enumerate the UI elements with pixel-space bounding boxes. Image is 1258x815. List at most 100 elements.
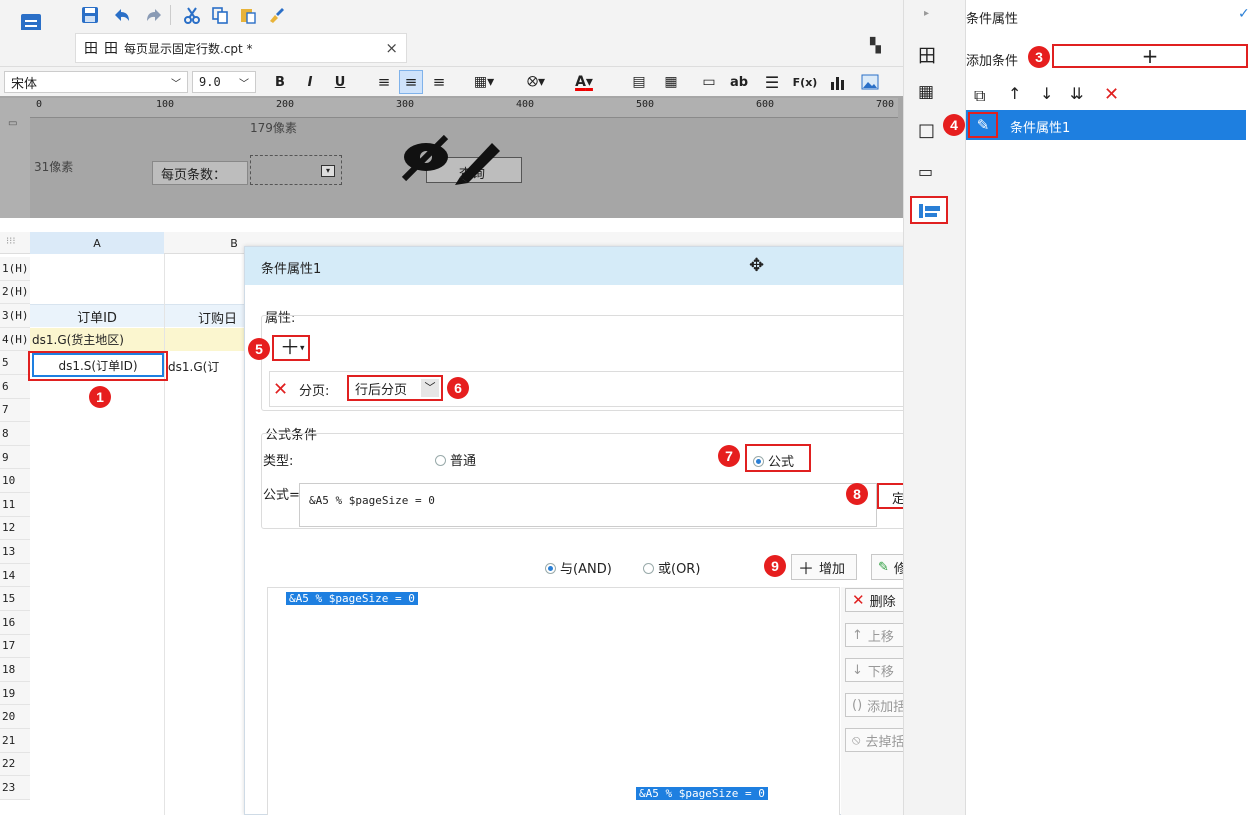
condition-list-item[interactable]: &A5 % $pageSize = 0 [286, 592, 418, 605]
dialog-titlebar[interactable]: 条件属性1 ✥ [245, 247, 954, 285]
move-icon[interactable]: ✥ [749, 255, 764, 276]
add-condition-button[interactable]: + [1052, 44, 1248, 68]
font-size-select[interactable]: 9.0 ﹀ [192, 71, 256, 93]
widget-icon[interactable]: □ [918, 120, 935, 141]
row-header[interactable]: 1(H) [0, 257, 30, 281]
font-family-select[interactable]: 宋体 ﹀ [4, 71, 188, 93]
cell-b5[interactable]: ds1.G(订 [168, 355, 244, 377]
format-brush-icon[interactable] [264, 0, 288, 30]
ruler-tick: 100 [156, 99, 175, 110]
tab-close-icon[interactable]: × [385, 39, 398, 57]
dropdown-icon[interactable]: ▾ [321, 165, 335, 177]
radio-and[interactable]: 与(AND) [545, 558, 612, 577]
row-header[interactable]: 19 [0, 681, 30, 706]
condition-item-1[interactable]: ✎ 条件属性1 [966, 110, 1246, 140]
panel-edit-icon[interactable]: ✓ [1238, 6, 1250, 22]
list-icon[interactable]: ☰ [760, 67, 784, 97]
redo-icon[interactable] [142, 0, 166, 30]
fill-color-icon[interactable]: ⭙▾ [518, 67, 554, 97]
border-icon[interactable]: ▦▾ [468, 67, 500, 97]
undo-icon[interactable] [110, 0, 134, 30]
row-header[interactable]: 12 [0, 516, 30, 541]
row-header[interactable]: 3(H) [0, 304, 30, 328]
font-color-button[interactable]: A ▾ [566, 67, 602, 97]
column-header-a[interactable]: A [30, 232, 164, 254]
row-header[interactable]: 21 [0, 729, 30, 753]
add-button[interactable]: ＋增加 [791, 554, 857, 580]
grid-icon[interactable]: 田 [104, 38, 118, 58]
radio-or[interactable]: 或(OR) [643, 558, 700, 577]
italic-button[interactable]: I [300, 67, 320, 97]
per-page-combobox[interactable]: ▾ [250, 155, 342, 185]
delete-property-icon[interactable]: ✕ [273, 379, 288, 400]
row-header[interactable]: 8 [0, 422, 30, 446]
row-header[interactable]: 22 [0, 752, 30, 777]
row-header[interactable]: 20 [0, 705, 30, 729]
edit-icon[interactable]: ✎ [968, 112, 998, 138]
page-select[interactable]: 行后分页 ﹀ [347, 375, 443, 401]
image-icon[interactable] [858, 67, 882, 97]
paste-icon[interactable] [236, 0, 260, 30]
chevron-down-icon[interactable]: ﹀ [239, 75, 249, 90]
sort-icon[interactable]: ⇊ [1070, 84, 1083, 103]
row-header[interactable]: 5 [0, 351, 30, 375]
cell-a3[interactable]: 订单ID [30, 305, 164, 327]
copy-icon[interactable]: ⧉ [974, 86, 985, 106]
align-right-icon[interactable]: ≡ [428, 67, 450, 97]
form-icon[interactable]: 田 [84, 38, 98, 58]
dialog-title: 条件属性1 [261, 262, 322, 277]
underline-button[interactable]: U [330, 67, 350, 97]
tab-title: 每页显示固定行数.cpt * [124, 41, 253, 56]
hide-edit-icon[interactable] [400, 134, 505, 188]
cell-attr-icon[interactable]: ▦ [918, 82, 934, 102]
delete-icon[interactable]: ✕ [1104, 84, 1119, 105]
row-header[interactable]: 16 [0, 611, 30, 635]
condition-attr-icon[interactable] [910, 196, 948, 224]
row-header[interactable]: 11 [0, 493, 30, 517]
row-header[interactable]: 9 [0, 445, 30, 470]
collapse-icon[interactable]: ▸ [924, 8, 929, 19]
arrow-down-icon[interactable]: ↓ [1040, 84, 1053, 103]
formula-button[interactable]: F(x) [790, 67, 820, 97]
align-left-icon[interactable]: ≡ [373, 67, 395, 97]
row-header[interactable]: 18 [0, 658, 30, 682]
arrow-up-icon[interactable]: ↑ [1008, 84, 1021, 103]
tab-file[interactable]: 田 田 每页显示固定行数.cpt * × [75, 33, 407, 63]
page-select-value: 行后分页 [355, 382, 408, 398]
radio-and-label: 与(AND) [560, 562, 612, 577]
chart-icon[interactable] [826, 67, 850, 97]
text-ab-button[interactable]: ab [726, 67, 752, 97]
cell-element-icon[interactable]: 田 [918, 42, 936, 68]
cell-a4[interactable]: ds1.G(货主地区) [30, 328, 245, 351]
condition-list[interactable]: &A5 % $pageSize = 0 [267, 587, 840, 815]
row-header[interactable]: 15 [0, 587, 30, 611]
save-icon[interactable] [78, 0, 102, 30]
radio-normal[interactable]: 普通 [435, 450, 476, 469]
formula-eq-label: 公式= [263, 488, 300, 503]
row-header[interactable]: 6 [0, 375, 30, 399]
form-widget-icon[interactable]: ▭ [918, 162, 933, 181]
align-center-icon[interactable]: ≡ [399, 70, 423, 94]
step-badge-5: 5 [248, 338, 270, 360]
split-icon[interactable]: ▦ [660, 67, 682, 97]
row-header[interactable]: 2(H) [0, 280, 30, 305]
add-property-button[interactable]: ＋▾ [272, 335, 310, 361]
row-header[interactable]: 7 [0, 398, 30, 423]
row-header[interactable]: 13 [0, 540, 30, 564]
maximize-icon[interactable]: ▚ [870, 38, 890, 58]
formula-input[interactable]: &A5 % $pageSize = 0 [299, 483, 877, 527]
cut-icon[interactable] [180, 0, 204, 30]
row-header[interactable]: 17 [0, 634, 30, 659]
merge-icon[interactable]: ▤ [628, 67, 650, 97]
row-header[interactable]: 10 [0, 469, 30, 493]
textbox-icon[interactable]: ▭ [698, 67, 720, 97]
radio-formula[interactable]: 公式 [745, 444, 811, 472]
chevron-down-icon[interactable]: ﹀ [421, 379, 439, 397]
row-header[interactable]: 4(H) [0, 327, 30, 352]
row-header[interactable]: 14 [0, 563, 30, 588]
chevron-down-icon[interactable]: ﹀ [171, 75, 181, 90]
copy-icon[interactable] [208, 0, 232, 30]
row-header[interactable]: 23 [0, 776, 30, 800]
bold-button[interactable]: B [270, 67, 290, 97]
condition-panel: 条件属性 ✓ 添加条件 + ⧉ ↑ ↓ ⇊ ✕ ✎ 条件属性1 [965, 0, 1258, 815]
